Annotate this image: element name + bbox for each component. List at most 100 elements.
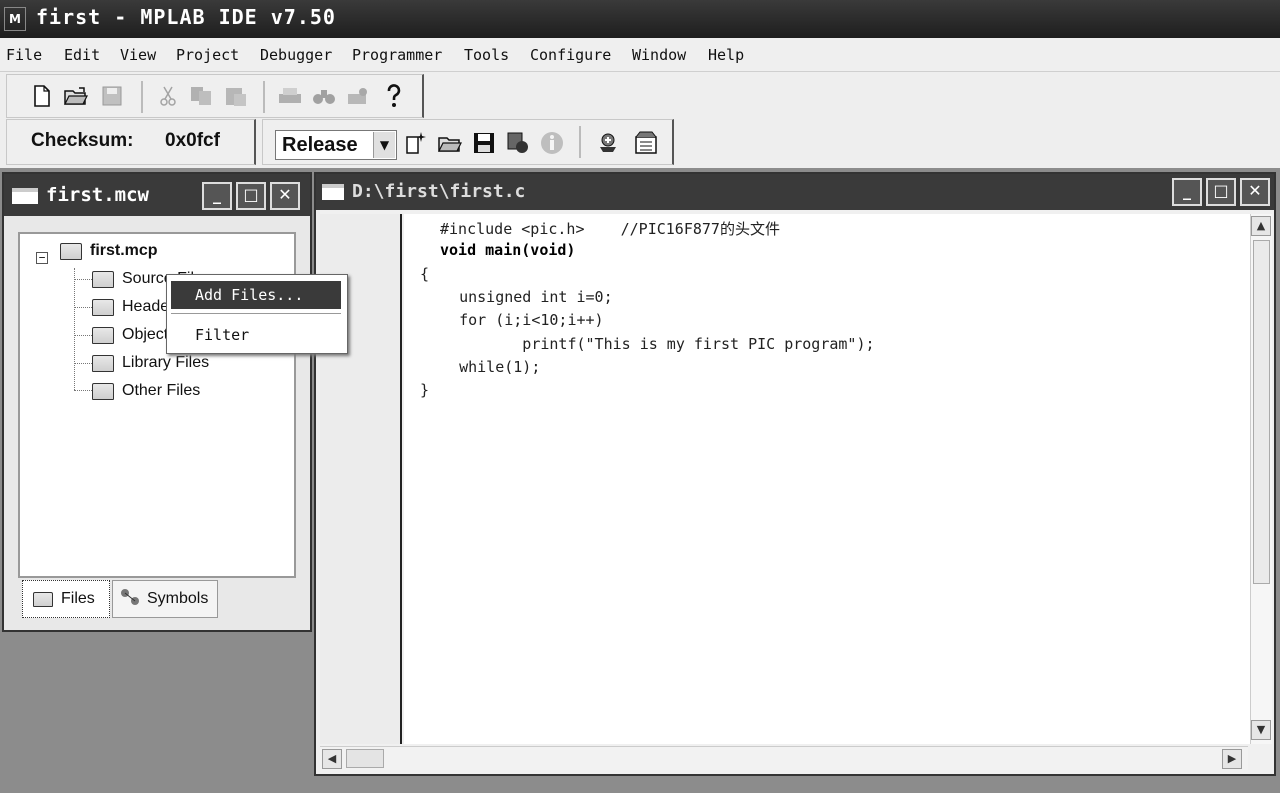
- tree-connector: [74, 363, 92, 364]
- menu-item-filter[interactable]: Filter: [171, 321, 341, 349]
- close-icon[interactable]: ✕: [1240, 178, 1270, 206]
- vertical-scrollbar[interactable]: ▲ ▼: [1250, 214, 1272, 744]
- code-line: #include <pic.h> //PIC16F877的头文件: [440, 220, 780, 238]
- find-binoculars-icon[interactable]: [311, 83, 337, 109]
- help-icon[interactable]: [381, 83, 407, 109]
- make-icon[interactable]: [633, 130, 659, 156]
- toolbar-separator: [263, 81, 265, 113]
- tree-item-other-files[interactable]: Other Files: [92, 382, 200, 400]
- mplab-logo-icon[interactable]: M: [4, 7, 26, 31]
- maximize-icon[interactable]: □: [1206, 178, 1236, 206]
- tab-files-label: Files: [61, 590, 95, 607]
- editor-file-path: D:\first\first.c: [352, 181, 526, 202]
- tree-root-label: first.mcp: [90, 242, 158, 259]
- scroll-thumb[interactable]: [346, 749, 384, 768]
- new-project-icon[interactable]: [403, 130, 429, 156]
- toolbar-separator: [579, 126, 581, 158]
- menu-tools[interactable]: Tools: [464, 46, 509, 64]
- menu-bar: File Edit View Project Debugger Programm…: [0, 38, 1280, 72]
- title-bar: M first - MPLAB IDE v7.50: [0, 0, 1280, 38]
- toolbar-separator: [141, 81, 143, 113]
- menu-debugger[interactable]: Debugger: [260, 46, 332, 64]
- maximize-icon[interactable]: □: [236, 182, 266, 210]
- checksum-label: Checksum:: [31, 130, 134, 151]
- tree-connector: [74, 268, 92, 390]
- build-config-select[interactable]: Release ▼: [275, 130, 397, 160]
- checksum-toolbar: Checksum: 0x0fcf: [6, 119, 256, 165]
- folder-icon: [92, 354, 114, 372]
- info-icon[interactable]: [539, 130, 565, 156]
- tab-symbols-label: Symbols: [147, 590, 209, 607]
- menu-separator: [171, 313, 341, 314]
- folder-icon: [60, 242, 82, 260]
- tree-item-library-files[interactable]: Library Files: [92, 354, 209, 372]
- tree-item-label: Library Files: [122, 354, 210, 371]
- tab-files[interactable]: Files: [22, 580, 110, 618]
- print-icon[interactable]: [277, 83, 303, 109]
- find-in-files-icon[interactable]: [345, 83, 371, 109]
- folder-icon: [33, 591, 53, 607]
- folder-icon: [92, 270, 114, 288]
- symbols-icon: [119, 587, 141, 612]
- menu-item-add-files[interactable]: Add Files...: [171, 281, 341, 309]
- scroll-thumb[interactable]: [1253, 240, 1270, 584]
- tree-connector: [74, 279, 92, 280]
- build-icon[interactable]: [505, 130, 531, 156]
- scroll-right-icon[interactable]: ▶: [1222, 749, 1242, 769]
- menu-view[interactable]: View: [120, 46, 156, 64]
- new-file-icon[interactable]: [29, 83, 55, 109]
- tree-root-project[interactable]: first.mcp: [60, 242, 158, 260]
- code-line: unsigned int i=0;: [432, 288, 613, 306]
- scroll-left-icon[interactable]: ◀: [322, 749, 342, 769]
- build-config-value: Release: [282, 134, 358, 156]
- checksum-value: 0x0fcf: [165, 130, 220, 151]
- code-line: for (i;i<10;i++): [432, 311, 604, 329]
- project-window-title-bar[interactable]: first.mcw _ □ ✕: [4, 174, 310, 216]
- menu-file[interactable]: File: [6, 46, 42, 64]
- code-line: while(1);: [432, 358, 541, 376]
- save-project-icon[interactable]: [471, 130, 497, 156]
- window-icon: [322, 184, 344, 200]
- window-icon: [12, 188, 38, 204]
- app-title: first - MPLAB IDE v7.50: [36, 5, 336, 29]
- menu-help[interactable]: Help: [708, 46, 744, 64]
- open-project-icon[interactable]: [437, 130, 463, 156]
- copy-icon[interactable]: [189, 83, 215, 109]
- open-folder-icon[interactable]: [63, 83, 89, 109]
- minimize-icon[interactable]: _: [202, 182, 232, 210]
- paste-icon[interactable]: [223, 83, 249, 109]
- horizontal-scrollbar[interactable]: ◀ ▶: [320, 746, 1248, 770]
- tree-connector: [74, 335, 92, 336]
- scroll-down-icon[interactable]: ▼: [1251, 720, 1271, 740]
- tab-symbols[interactable]: Symbols: [112, 580, 218, 618]
- code-editor[interactable]: #include <pic.h> //PIC16F877的头文件 void ma…: [404, 214, 1250, 744]
- tree-connector: [74, 307, 92, 308]
- cut-icon[interactable]: [155, 83, 181, 109]
- save-icon[interactable]: [99, 83, 125, 109]
- menu-edit[interactable]: Edit: [64, 46, 100, 64]
- tree-connector: [74, 390, 92, 391]
- build-all-icon[interactable]: [595, 130, 621, 156]
- collapse-icon[interactable]: −: [36, 252, 48, 264]
- menu-project[interactable]: Project: [176, 46, 239, 64]
- project-window-title: first.mcw: [46, 184, 149, 206]
- chevron-down-icon[interactable]: ▼: [373, 132, 395, 158]
- code-line: void main(void): [440, 241, 576, 259]
- code-line: }: [420, 381, 430, 399]
- menu-programmer[interactable]: Programmer: [352, 46, 442, 64]
- editor-window: D:\first\first.c _ □ ✕ #include <pic.h> …: [314, 172, 1276, 776]
- scroll-up-icon[interactable]: ▲: [1251, 216, 1271, 236]
- folder-icon: [92, 382, 114, 400]
- folder-icon: [92, 298, 114, 316]
- code-line: {: [420, 265, 430, 283]
- context-menu: Add Files... Filter: [166, 274, 348, 354]
- close-icon[interactable]: ✕: [270, 182, 300, 210]
- menu-configure[interactable]: Configure: [530, 46, 611, 64]
- menu-window[interactable]: Window: [632, 46, 686, 64]
- standard-toolbar: [6, 74, 424, 118]
- project-toolbar: Release ▼: [262, 119, 674, 165]
- project-window: first.mcw _ □ ✕ − first.mcp Source Files…: [2, 172, 312, 632]
- minimize-icon[interactable]: _: [1172, 178, 1202, 206]
- editor-title-bar[interactable]: D:\first\first.c _ □ ✕: [316, 174, 1274, 210]
- folder-icon: [92, 326, 114, 344]
